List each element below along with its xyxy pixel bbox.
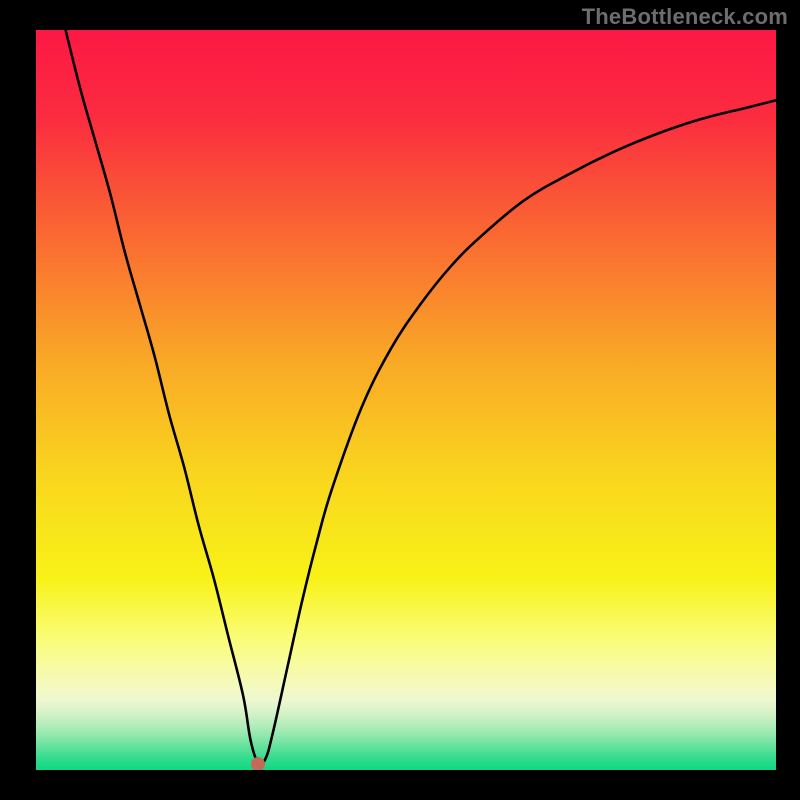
chart-plot [36, 30, 776, 770]
watermark-text: TheBottleneck.com [582, 4, 788, 30]
chart-background [36, 30, 776, 770]
chart-frame: TheBottleneck.com [0, 0, 800, 800]
